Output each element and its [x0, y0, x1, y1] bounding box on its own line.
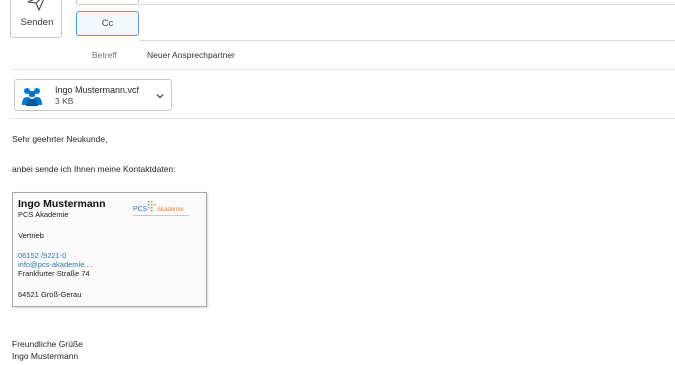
attachment-divider	[10, 118, 675, 119]
card-name: Ingo Mustermann	[18, 198, 106, 210]
card-city: 64521 Groß-Gerau	[18, 290, 82, 299]
subject-label: Betreff	[92, 50, 117, 60]
cc-button[interactable]: Cc	[76, 11, 139, 36]
send-button[interactable]: Senden	[10, 0, 62, 38]
to-button[interactable]	[76, 0, 139, 5]
body-greeting: Sehr geehrter Neukunde,	[12, 134, 108, 144]
to-field-underline[interactable]	[140, 4, 675, 5]
card-phone[interactable]: 06152 /9221-0	[18, 251, 66, 260]
paper-plane-icon	[27, 0, 44, 11]
attachment-size: 3 KB	[55, 96, 74, 106]
card-street: Frankfurter Straße 74	[18, 269, 90, 278]
subject-divider	[10, 69, 675, 70]
body-intro: anbei sende ich Ihnen meine Kontaktdaten…	[12, 164, 176, 174]
cc-field[interactable]	[140, 40, 675, 41]
svg-text:Akademie: Akademie	[157, 207, 184, 213]
contact-card[interactable]: Ingo Mustermann PCS Akademie Vertrieb 06…	[12, 192, 207, 307]
attachment-chip[interactable]: Ingo Mustermann.vcf 3 KB	[14, 79, 172, 111]
body-closing: Freundliche Grüße	[12, 339, 83, 349]
chevron-down-icon[interactable]	[155, 91, 165, 101]
card-company: PCS Akademie	[18, 210, 69, 219]
attachment-name: Ingo Mustermann.vcf	[55, 85, 140, 95]
card-role: Vertrieb	[18, 231, 44, 240]
contact-card-icon	[22, 88, 42, 106]
send-label: Senden	[20, 17, 54, 28]
company-logo: PCS Akademie	[133, 201, 189, 216]
card-email[interactable]: info@pcs-akademie....	[18, 260, 93, 269]
subject-input[interactable]: Neuer Ansprechpartner	[147, 50, 235, 60]
body-signature: Ingo Mustermann	[12, 351, 79, 361]
svg-text:PCS: PCS	[133, 206, 148, 213]
